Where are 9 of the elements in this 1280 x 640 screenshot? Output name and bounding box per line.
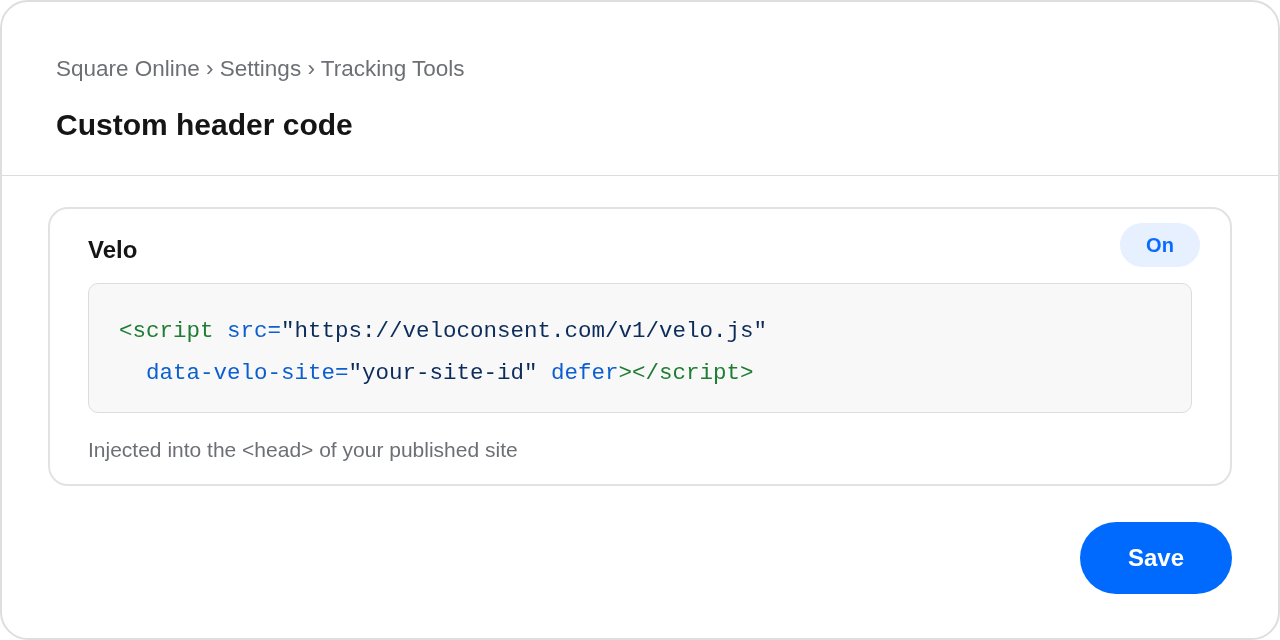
code-line: data-velo-site="your-site-id" defer></script> xyxy=(145,359,755,388)
code-field[interactable]: <script src="https://veloconsent.com/v1/velo.js" data-velo-site="your-site-id" defer></script> xyxy=(88,283,1192,413)
save-button[interactable]: Save xyxy=(1080,522,1232,594)
breadcrumb-trail: Square Online › Settings › Tracking Tools xyxy=(56,56,466,81)
integration-name: Velo xyxy=(88,235,138,264)
code-line: <script src="https://veloconsent.com/v1/velo.js" xyxy=(119,317,769,346)
page-title: Custom header code xyxy=(56,108,354,142)
status-toggle[interactable]: On xyxy=(1120,223,1200,267)
helper-text: Injected into the <head> of your published site xyxy=(88,438,519,462)
